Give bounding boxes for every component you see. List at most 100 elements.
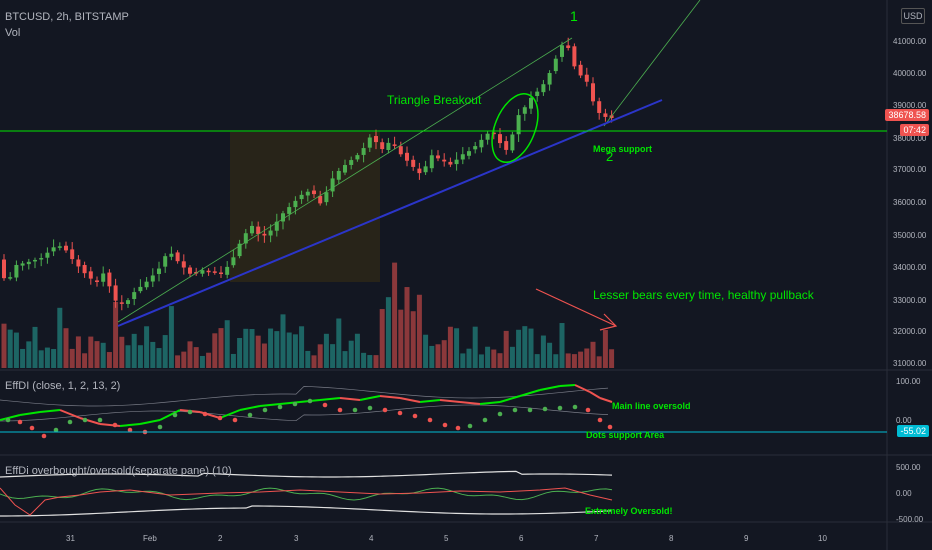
volume-bar <box>317 344 323 368</box>
volume-bar <box>503 330 509 368</box>
candle-body <box>547 73 552 85</box>
candle-body <box>70 249 75 260</box>
volume-bar <box>460 353 466 368</box>
volume-bar <box>181 351 187 368</box>
candle-body <box>603 113 608 117</box>
volume-bar <box>348 340 354 368</box>
candle-body <box>349 160 354 165</box>
volume-bar <box>168 306 174 368</box>
volume-bar <box>509 346 515 368</box>
volume-bar <box>311 355 317 368</box>
support-trendline[interactable] <box>117 99 663 327</box>
effdi-main-line <box>239 405 261 411</box>
volume-bar <box>392 262 398 368</box>
candle-body <box>132 292 137 300</box>
volume-bar <box>38 350 44 368</box>
obos-tick: 0.00 <box>896 489 912 498</box>
volume-bar <box>94 341 100 368</box>
effdi-dot <box>397 410 403 416</box>
candle-body <box>398 146 403 155</box>
price-tick: 32000.00 <box>893 327 927 336</box>
candle-body <box>225 266 230 275</box>
effdi-main-line <box>219 409 241 419</box>
volume-bar <box>113 301 119 368</box>
candle-body <box>64 245 68 251</box>
candle-body <box>88 271 93 279</box>
effdi-main-line <box>539 385 561 391</box>
volume-bar <box>404 287 410 368</box>
candle-body <box>318 195 323 204</box>
effdi-dot <box>512 407 518 413</box>
volume-bar <box>243 328 249 368</box>
effdi-dot <box>292 401 298 407</box>
volume-bar <box>57 307 63 368</box>
candle-body <box>343 165 347 173</box>
effdi-pane <box>0 384 613 439</box>
candle-body <box>299 194 304 200</box>
price-tick: 31000.00 <box>893 359 927 368</box>
symbol-title[interactable]: BTCUSD, 2h, BITSTAMP <box>5 11 129 23</box>
candle-body <box>2 259 6 279</box>
candle-body <box>405 152 409 161</box>
volume-bar <box>516 329 522 368</box>
effdi-dot <box>607 424 613 430</box>
candle-body <box>485 133 490 140</box>
projection-line[interactable] <box>603 0 701 127</box>
candle-body <box>26 261 31 265</box>
candle-body <box>392 144 397 146</box>
volume-bar <box>32 326 38 368</box>
candle-body <box>560 45 564 57</box>
countdown-tag: 07:42 <box>900 124 929 136</box>
volume-bar <box>162 335 168 368</box>
candle-body <box>150 275 155 282</box>
effdi-dot <box>572 404 578 410</box>
candle-body <box>454 159 459 165</box>
effdi-main-line <box>479 401 501 405</box>
effdi-dot <box>337 407 343 413</box>
dots-support-label: Dots support Area <box>586 430 665 440</box>
volume-bar <box>441 340 447 368</box>
volume-label[interactable]: Vol <box>5 27 20 39</box>
candle-body <box>553 58 558 72</box>
effdi-dot <box>497 411 503 417</box>
candle-body <box>361 148 366 155</box>
volume-bar <box>323 333 329 368</box>
effdi-dot <box>542 406 548 412</box>
effdi-main-line <box>119 423 141 427</box>
candle-body <box>231 257 236 266</box>
effdi-dot <box>232 417 238 423</box>
candle-body <box>597 101 602 113</box>
currency-button[interactable]: USD <box>901 8 925 24</box>
candle-body <box>522 107 527 114</box>
mega-support-label: Mega support <box>593 144 653 154</box>
time-tick: 8 <box>669 534 674 543</box>
volume-bar <box>590 341 596 368</box>
candle-body <box>541 84 546 93</box>
volume-bar <box>292 334 298 368</box>
volume-bar <box>398 309 404 368</box>
volume-bar <box>156 348 162 368</box>
effdi-tick: 0.00 <box>896 416 912 425</box>
volume-bar <box>131 333 137 368</box>
volume-bar <box>268 328 274 368</box>
volume-bar <box>63 328 69 368</box>
obos-title[interactable]: EffDi overbought/oversold(separate pane)… <box>5 465 232 477</box>
volume-bar <box>385 297 391 368</box>
volume-bar <box>187 341 193 368</box>
effdi-dot <box>427 417 433 423</box>
volume-bar <box>571 354 577 368</box>
effdi-dot <box>172 412 178 418</box>
time-tick: Feb <box>143 534 157 543</box>
candle-body <box>14 264 19 278</box>
volume-bar <box>212 333 218 368</box>
effdi-main-line <box>399 397 421 403</box>
effdi-title[interactable]: EffDI (close, 1, 2, 13, 2) <box>5 380 120 392</box>
effdi-main-line <box>379 395 401 399</box>
volume-bar <box>88 336 94 368</box>
volume-bar <box>75 336 81 368</box>
volume-bar <box>491 349 497 368</box>
volume-bar <box>230 353 236 368</box>
candle-body <box>578 64 583 76</box>
volume-bar <box>373 355 379 368</box>
volume-bar <box>559 323 565 368</box>
